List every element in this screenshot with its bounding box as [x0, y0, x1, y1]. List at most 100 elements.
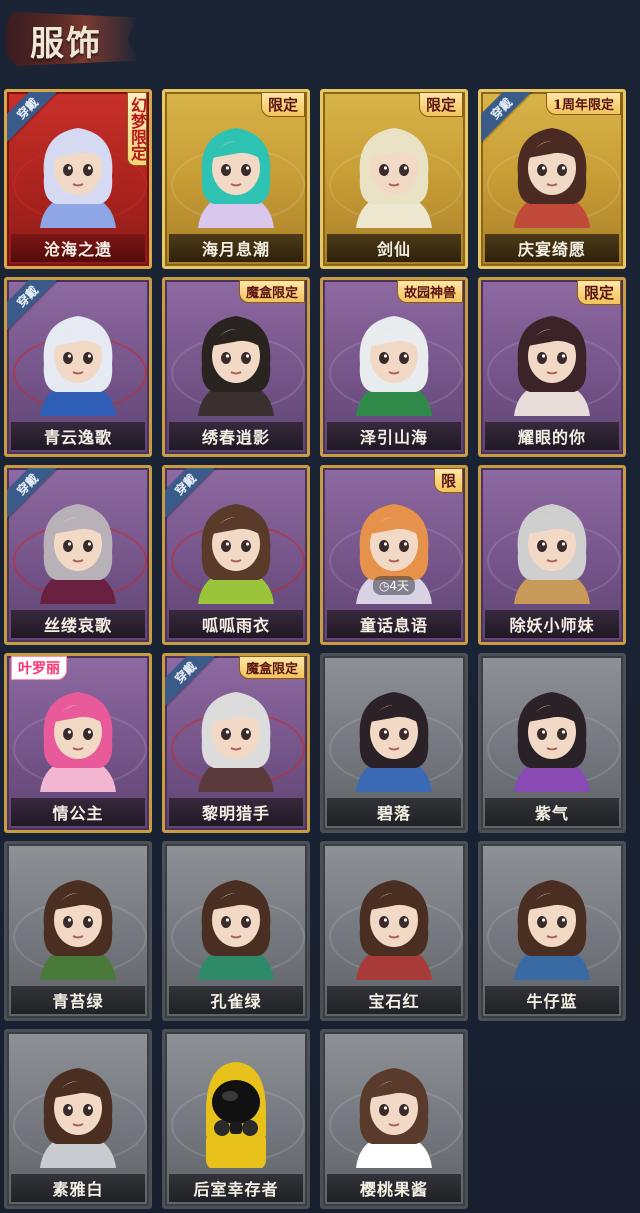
costume-card[interactable]: 牛仔蓝 — [478, 841, 626, 1021]
costume-name: 宝石红 — [368, 992, 420, 1011]
costume-name: 除妖小师妹 — [509, 616, 595, 635]
costume-portrait-icon — [500, 112, 604, 228]
limited-badge: 魔盒限定 — [238, 280, 305, 303]
costume-name: 素雅白 — [52, 1180, 104, 1199]
costume-name: 丝缕哀歌 — [43, 616, 112, 635]
costume-card[interactable]: 限 ◷4天童话息语 — [320, 465, 468, 645]
header: 服饰 — [0, 0, 640, 80]
costume-name: 紫气 — [534, 804, 569, 823]
costume-card[interactable]: 碧落 — [320, 653, 468, 833]
costume-card[interactable]: 穿戴 魔盒限定 黎明猎手 — [162, 653, 310, 833]
costume-card[interactable]: 紫气 — [478, 653, 626, 833]
costume-card[interactable]: 孔雀绿 — [162, 841, 310, 1021]
limited-badge: 限定 — [576, 280, 621, 305]
name-plate: 绣春逍影 — [169, 422, 303, 450]
costume-page: 服饰 穿戴 幻梦限定 沧海之遗 限定 海月息潮 限定 剑仙 穿戴 1周年限定 庆宴绮愿 穿戴 青云逸歌… — [0, 0, 640, 1213]
limited-badge: 叶罗丽 — [11, 656, 67, 680]
costume-card[interactable]: 青苔绿 — [4, 841, 152, 1021]
costume-name: 情公主 — [52, 804, 104, 823]
costume-card[interactable]: 限定海月息潮 — [162, 89, 310, 269]
costume-portrait-icon — [500, 676, 604, 792]
limited-badge: 限定 — [260, 92, 305, 117]
costume-name: 耀眼的你 — [517, 428, 586, 447]
costume-card[interactable]: 宝石红 — [320, 841, 468, 1021]
name-plate: 宝石红 — [327, 986, 461, 1014]
costume-portrait-icon — [26, 1052, 130, 1168]
costume-portrait-icon — [26, 112, 130, 228]
costume-portrait-icon — [342, 112, 446, 228]
name-plate: 除妖小师妹 — [485, 610, 619, 638]
limited-badge: 幻梦限定 — [127, 92, 147, 166]
costume-card[interactable]: 素雅白 — [4, 1029, 152, 1209]
costume-card[interactable]: 限定耀眼的你 — [478, 277, 626, 457]
costume-portrait-icon — [500, 488, 604, 604]
name-plate: 青苔绿 — [11, 986, 145, 1014]
name-plate: 素雅白 — [11, 1174, 145, 1202]
name-plate: 泽引山海 — [327, 422, 461, 450]
costume-name: 后室幸存者 — [193, 1180, 279, 1199]
costume-card[interactable]: 穿戴 1周年限定 庆宴绮愿 — [478, 89, 626, 269]
costume-portrait-icon — [184, 300, 288, 416]
costume-portrait-icon — [342, 300, 446, 416]
costume-card[interactable]: 后室幸存者 — [162, 1029, 310, 1209]
name-plate: 呱呱雨衣 — [169, 610, 303, 638]
gas-mask-icon — [184, 1052, 288, 1168]
costume-name: 泽引山海 — [359, 428, 428, 447]
limited-badge: 1周年限定 — [545, 92, 621, 115]
limited-badge: 限 — [433, 468, 463, 493]
name-plate: 黎明猎手 — [169, 798, 303, 826]
name-plate: 后室幸存者 — [169, 1174, 303, 1202]
name-plate: 紫气 — [485, 798, 619, 826]
costume-portrait-icon — [26, 864, 130, 980]
costume-portrait-icon — [184, 112, 288, 228]
limited-badge: 限定 — [418, 92, 463, 117]
costume-card[interactable]: 除妖小师妹 — [478, 465, 626, 645]
costume-card[interactable]: 故园神兽 泽引山海 — [320, 277, 468, 457]
costume-card[interactable]: 穿戴 丝缕哀歌 — [4, 465, 152, 645]
costume-name: 黎明猎手 — [201, 804, 270, 823]
costume-name: 牛仔蓝 — [526, 992, 578, 1011]
costume-portrait-icon — [342, 864, 446, 980]
name-plate: 海月息潮 — [169, 234, 303, 262]
name-plate: 童话息语 — [327, 610, 461, 638]
costume-name: 海月息潮 — [201, 240, 270, 259]
costume-portrait-icon — [26, 488, 130, 604]
name-plate: 牛仔蓝 — [485, 986, 619, 1014]
costume-card[interactable]: 限定剑仙 — [320, 89, 468, 269]
costume-portrait-icon — [26, 300, 130, 416]
name-plate: 情公主 — [11, 798, 145, 826]
costume-portrait-icon — [342, 676, 446, 792]
name-plate: 孔雀绿 — [169, 986, 303, 1014]
time-remaining: ◷4天 — [372, 576, 416, 595]
costume-card[interactable]: 穿戴 青云逸歌 — [4, 277, 152, 457]
costume-name: 庆宴绮愿 — [517, 240, 586, 259]
costume-card[interactable]: 魔盒限定绣春逍影 — [162, 277, 310, 457]
name-plate: 青云逸歌 — [11, 422, 145, 450]
costume-name: 孔雀绿 — [210, 992, 262, 1011]
costume-portrait-icon — [500, 300, 604, 416]
costume-name: 樱桃果酱 — [359, 1180, 428, 1199]
costume-card[interactable]: 叶罗丽情公主 — [4, 653, 152, 833]
name-plate: 樱桃果酱 — [327, 1174, 461, 1202]
name-plate: 剑仙 — [327, 234, 461, 262]
costume-name: 剑仙 — [376, 240, 411, 259]
costume-name: 呱呱雨衣 — [201, 616, 270, 635]
costume-name: 青云逸歌 — [43, 428, 112, 447]
costume-portrait-icon — [184, 676, 288, 792]
name-plate: 沧海之遗 — [11, 234, 145, 262]
costume-card[interactable]: 樱桃果酱 — [320, 1029, 468, 1209]
name-plate: 庆宴绮愿 — [485, 234, 619, 262]
costume-portrait-icon — [342, 1052, 446, 1168]
costume-portrait-icon — [26, 676, 130, 792]
costume-name: 碧落 — [376, 804, 411, 823]
costume-portrait-icon — [500, 864, 604, 980]
name-plate: 耀眼的你 — [485, 422, 619, 450]
costume-name: 青苔绿 — [52, 992, 104, 1011]
costume-card[interactable]: 穿戴 呱呱雨衣 — [162, 465, 310, 645]
costume-name: 童话息语 — [359, 616, 428, 635]
name-plate: 碧落 — [327, 798, 461, 826]
costume-portrait-icon — [184, 488, 288, 604]
costume-card[interactable]: 穿戴 幻梦限定 沧海之遗 — [4, 89, 152, 269]
page-title: 服饰 — [30, 24, 102, 64]
limited-badge: 魔盒限定 — [238, 656, 305, 679]
